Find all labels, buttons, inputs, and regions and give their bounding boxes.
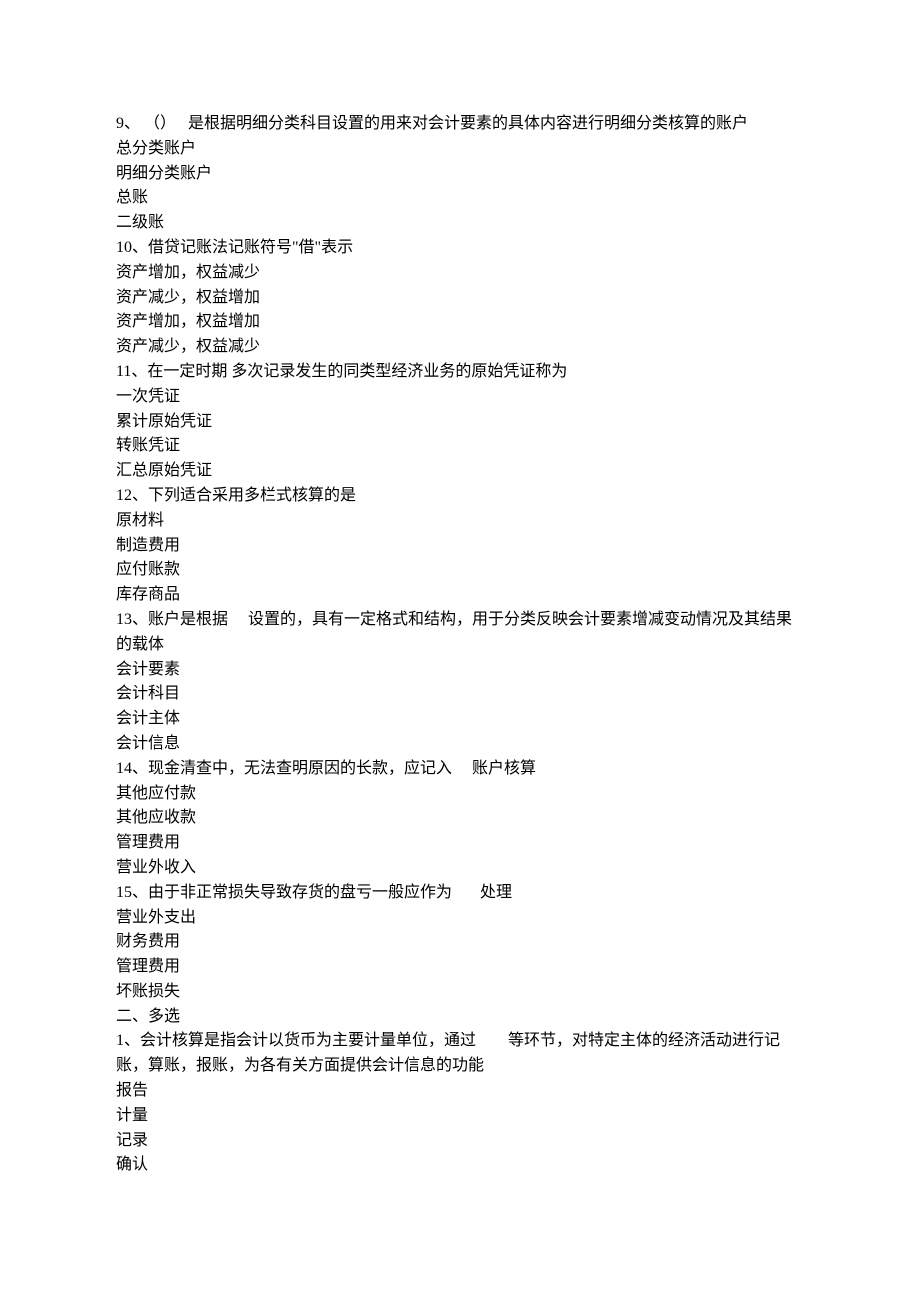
question-option: 营业外收入 <box>116 856 804 881</box>
question-option: 资产增加，权益减少 <box>116 261 804 286</box>
question-stem: 14、现金清查中，无法查明原因的长款，应记入 账户核算 <box>116 757 804 782</box>
question-option: 资产减少，权益减少 <box>116 335 804 360</box>
question-option: 资产减少，权益增加 <box>116 286 804 311</box>
question-option: 一次凭证 <box>116 385 804 410</box>
question-option: 其他应付款 <box>116 782 804 807</box>
question-option: 财务费用 <box>116 930 804 955</box>
question-option: 总账 <box>116 186 804 211</box>
question-option: 明细分类账户 <box>116 162 804 187</box>
question-block: 14、现金清查中，无法查明原因的长款，应记入 账户核算 其他应付款 其他应收款 … <box>116 757 804 881</box>
question-block: 13、账户是根据 设置的，具有一定格式和结构，用于分类反映会计要素增减变动情况及… <box>116 608 804 757</box>
question-block: 1、会计核算是指会计以货币为主要计量单位，通过 等环节，对特定主体的经济活动进行… <box>116 1029 804 1178</box>
question-stem: 15、由于非正常损失导致存货的盘亏一般应作为 处理 <box>116 881 804 906</box>
document-page: 9、 （） 是根据明细分类科目设置的用来对会计要素的具体内容进行明细分类核算的账… <box>0 0 920 1238</box>
question-option: 转账凭证 <box>116 434 804 459</box>
question-option: 二级账 <box>116 211 804 236</box>
question-option: 原材料 <box>116 509 804 534</box>
question-option: 库存商品 <box>116 583 804 608</box>
question-option: 会计主体 <box>116 707 804 732</box>
question-stem: 9、 （） 是根据明细分类科目设置的用来对会计要素的具体内容进行明细分类核算的账… <box>116 112 804 137</box>
question-block: 10、借贷记账法记账符号"借"表示 资产增加，权益减少 资产减少，权益增加 资产… <box>116 236 804 360</box>
question-stem: 12、下列适合采用多栏式核算的是 <box>116 484 804 509</box>
question-block: 9、 （） 是根据明细分类科目设置的用来对会计要素的具体内容进行明细分类核算的账… <box>116 112 804 236</box>
question-block: 11、在一定时期 多次记录发生的同类型经济业务的原始凭证称为 一次凭证 累计原始… <box>116 360 804 484</box>
question-option: 资产增加，权益增加 <box>116 310 804 335</box>
question-stem: 1、会计核算是指会计以货币为主要计量单位，通过 等环节，对特定主体的经济活动进行… <box>116 1029 804 1079</box>
question-option: 汇总原始凭证 <box>116 459 804 484</box>
question-stem: 13、账户是根据 设置的，具有一定格式和结构，用于分类反映会计要素增减变动情况及… <box>116 608 804 658</box>
question-option: 坏账损失 <box>116 980 804 1005</box>
section-heading: 二、多选 <box>116 1005 804 1030</box>
question-option: 管理费用 <box>116 831 804 856</box>
question-block: 12、下列适合采用多栏式核算的是 原材料 制造费用 应付账款 库存商品 <box>116 484 804 608</box>
question-stem: 11、在一定时期 多次记录发生的同类型经济业务的原始凭证称为 <box>116 360 804 385</box>
question-option: 管理费用 <box>116 955 804 980</box>
question-option: 会计要素 <box>116 658 804 683</box>
question-option: 其他应收款 <box>116 806 804 831</box>
question-option: 总分类账户 <box>116 137 804 162</box>
question-option: 记录 <box>116 1129 804 1154</box>
question-option: 会计信息 <box>116 732 804 757</box>
question-option: 应付账款 <box>116 558 804 583</box>
question-stem: 10、借贷记账法记账符号"借"表示 <box>116 236 804 261</box>
question-option: 报告 <box>116 1079 804 1104</box>
question-option: 累计原始凭证 <box>116 410 804 435</box>
question-option: 确认 <box>116 1153 804 1178</box>
question-block: 15、由于非正常损失导致存货的盘亏一般应作为 处理 营业外支出 财务费用 管理费… <box>116 881 804 1005</box>
question-option: 制造费用 <box>116 534 804 559</box>
question-option: 营业外支出 <box>116 906 804 931</box>
question-option: 计量 <box>116 1104 804 1129</box>
question-option: 会计科目 <box>116 682 804 707</box>
